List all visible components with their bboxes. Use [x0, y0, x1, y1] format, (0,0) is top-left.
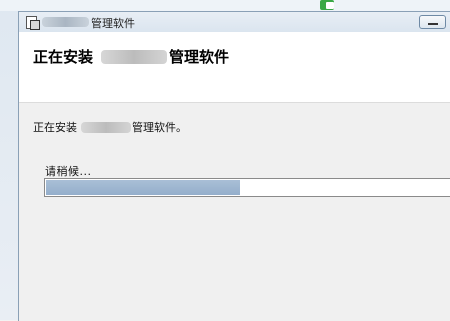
install-status: 正在安装 管理软件。 — [33, 119, 187, 135]
redacted-product-name — [42, 17, 89, 27]
installer-window: 管理软件 正在安装 管理软件 正在安装 管理软件。 请稍候... — [18, 11, 450, 321]
heading-prefix: 正在安装 — [33, 48, 94, 66]
redacted-product-name — [101, 49, 168, 64]
desktop-top-strip — [0, 0, 450, 11]
title-bar[interactable]: 管理软件 — [19, 12, 450, 32]
install-progress-bar — [44, 178, 450, 197]
installer-icon — [25, 15, 40, 30]
status-prefix: 正在安装 — [33, 121, 77, 134]
installer-header: 正在安装 管理软件 — [19, 32, 450, 103]
heading-suffix: 管理软件 — [169, 48, 230, 66]
background-app-icon — [314, 0, 350, 11]
redacted-product-name — [81, 121, 131, 133]
minimize-icon — [428, 23, 438, 25]
installing-heading: 正在安装 管理软件 — [33, 46, 229, 67]
minimize-button[interactable] — [419, 15, 446, 29]
progress-fill — [46, 180, 240, 195]
status-suffix: 管理软件。 — [132, 121, 187, 134]
please-wait-label: 请稍候... — [45, 165, 92, 178]
desktop-background — [0, 0, 18, 320]
window-title: 管理软件 — [91, 17, 135, 30]
